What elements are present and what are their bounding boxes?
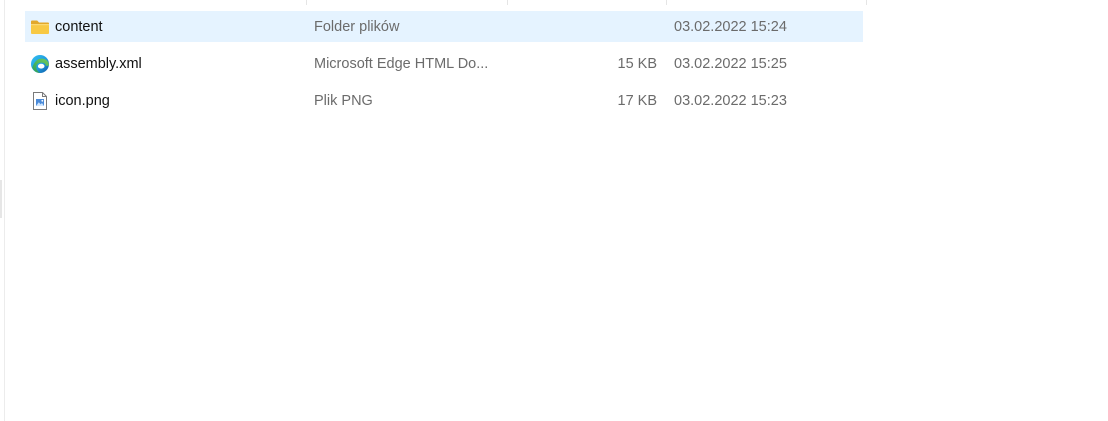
- file-size: 17 KB: [617, 93, 658, 109]
- file-type: Microsoft Edge HTML Do...: [314, 56, 489, 72]
- file-list: content Folder plików 03.02.2022 15:24 a…: [25, 11, 863, 122]
- column-separator-type-size[interactable]: [507, 0, 508, 5]
- column-separator-date-end[interactable]: [866, 0, 867, 5]
- column-separator-size-date[interactable]: [666, 0, 667, 5]
- file-modified-date: 03.02.2022 15:24: [674, 19, 787, 35]
- pane-divider[interactable]: [4, 0, 5, 421]
- pane-resize-handle[interactable]: [0, 180, 2, 218]
- file-type: Folder plików: [314, 19, 400, 35]
- png-file-icon: [30, 91, 50, 111]
- file-modified-date: 03.02.2022 15:23: [674, 93, 787, 109]
- file-name: content: [55, 19, 103, 35]
- file-row-assembly-xml[interactable]: assembly.xml Microsoft Edge HTML Do... 1…: [25, 48, 863, 79]
- file-explorer-view: content Folder plików 03.02.2022 15:24 a…: [0, 0, 1108, 421]
- file-row-icon-png[interactable]: icon.png Plik PNG 17 KB 03.02.2022 15:23: [25, 85, 863, 116]
- file-modified-date: 03.02.2022 15:25: [674, 56, 787, 72]
- folder-icon: [30, 17, 50, 37]
- file-type: Plik PNG: [314, 93, 373, 109]
- file-size: 15 KB: [617, 56, 658, 72]
- column-separator-name-type[interactable]: [306, 0, 307, 5]
- file-row-content[interactable]: content Folder plików 03.02.2022 15:24: [25, 11, 863, 42]
- file-name: assembly.xml: [55, 56, 142, 72]
- edge-icon: [30, 54, 50, 74]
- file-name: icon.png: [55, 93, 110, 109]
